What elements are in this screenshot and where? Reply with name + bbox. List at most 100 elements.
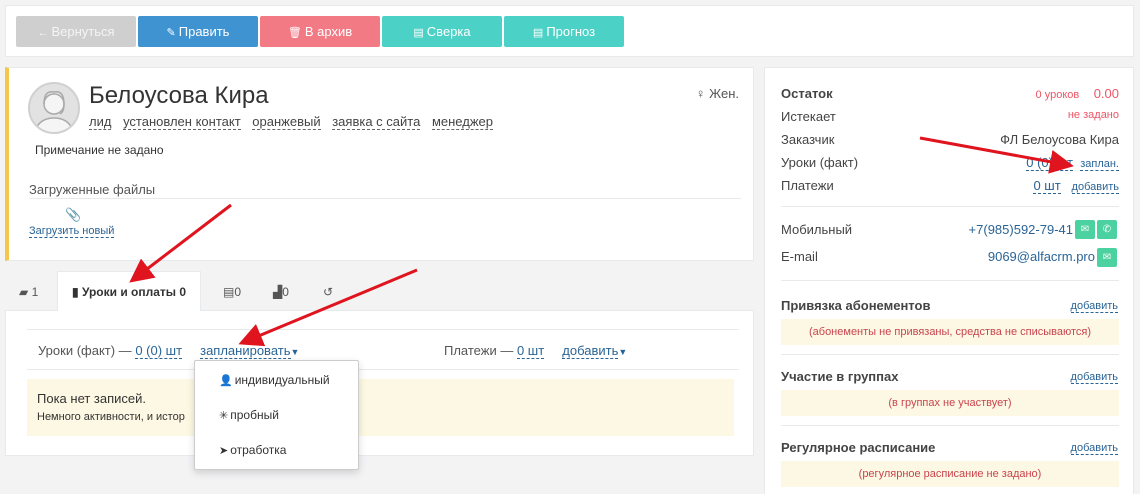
subscriptions-title: Привязка абонементов	[781, 298, 931, 313]
groups-title: Участие в группах	[781, 369, 899, 384]
divider	[27, 329, 739, 330]
payments-count-link[interactable]: 0 шт	[1033, 178, 1061, 194]
lessons-row: Уроки (факт) 0 (0) шт заплан.	[781, 155, 1119, 173]
sms-button[interactable]: ✉	[1075, 220, 1095, 239]
menu-item-trial[interactable]: ✳ пробный	[219, 408, 279, 422]
paper-plane-icon: ➤	[219, 445, 229, 457]
menu-item-makeup[interactable]: ➤ отработка	[219, 443, 286, 457]
plan-dropdown-menu: 👤 индивидуальный ✳ пробный ➤ отработка	[194, 360, 359, 470]
caret-down-icon: ▼	[290, 347, 300, 357]
gender-value: Жен.	[709, 86, 739, 101]
divider	[781, 354, 1119, 355]
file-icon: ▤	[413, 27, 424, 39]
empty-title: Пока нет записей.	[37, 391, 147, 406]
chart-icon: ▟	[273, 285, 283, 299]
mobile-row: Мобильный +7(985)592-79-41	[781, 222, 1119, 240]
lessons-count-link[interactable]: 0 (0) шт	[1026, 155, 1073, 171]
back-label: Вернуться	[51, 24, 115, 39]
reconcile-button[interactable]: ▤ Сверка	[382, 16, 502, 47]
divider	[781, 425, 1119, 426]
customer-label: Заказчик	[781, 132, 835, 147]
add-payment-link[interactable]: добавить	[1071, 181, 1119, 194]
payments-value: 0 шт добавить	[1033, 178, 1119, 194]
profile-card: Белоусова Кира ♀ Жен. лид установлен кон…	[5, 67, 754, 261]
client-name: Белоусова Кира	[89, 82, 269, 109]
tag-item[interactable]: установлен контакт	[123, 114, 241, 130]
tab-lessons[interactable]: ▮ Уроки и оплаты 0	[57, 271, 202, 312]
email-row: E-mail 9069@alfacrm.pro	[781, 249, 1119, 267]
trash-icon: 🗑	[287, 27, 302, 39]
file-icon: ▤	[532, 27, 544, 39]
female-icon: ♀	[695, 86, 706, 101]
add-group-link[interactable]: добавить	[1070, 371, 1118, 384]
divider	[29, 198, 741, 199]
lessons-count-link[interactable]: 0 (0) шт	[135, 343, 183, 359]
add-subscription-link[interactable]: добавить	[1070, 300, 1118, 313]
archive-label: В архив	[304, 24, 353, 39]
user-icon: 👤	[219, 375, 233, 387]
tag-item[interactable]: лид	[89, 114, 112, 130]
tag-item[interactable]: заявка с сайта	[332, 114, 421, 130]
groups-note: (в группах не участвует)	[781, 390, 1119, 416]
plan-link[interactable]: заплан.	[1080, 158, 1119, 171]
lessons-label: Уроки (факт) —	[38, 343, 132, 358]
menu-item-label: пробный	[230, 408, 279, 422]
plan-dropdown-toggle[interactable]: запланировать	[200, 343, 291, 359]
add-schedule-link[interactable]: добавить	[1070, 442, 1118, 455]
email-value[interactable]: 9069@alfacrm.pro	[988, 249, 1095, 264]
lessons-panel: Уроки (факт) — 0 (0) шт запланировать▼ П…	[5, 311, 754, 456]
balance-lessons: 0 уроков	[1035, 89, 1080, 101]
reconcile-label: Сверка	[426, 24, 471, 39]
clipboard-icon: ▤	[223, 285, 235, 299]
payments-count-link[interactable]: 0 шт	[516, 343, 545, 359]
balance-value: 0 уроков 0.00	[1036, 86, 1119, 101]
tag-item[interactable]: оранжевый	[252, 114, 321, 130]
customer-value: ФЛ Белоусова Кира	[1000, 132, 1119, 147]
payments-label: Платежи	[781, 178, 834, 193]
forecast-button[interactable]: ▤ Прогноз	[504, 16, 624, 47]
forecast-label: Прогноз	[546, 24, 596, 39]
tag-item[interactable]: менеджер	[431, 114, 493, 130]
tab-label: 0	[234, 285, 242, 299]
mobile-value[interactable]: +7(985)592-79-41	[969, 222, 1073, 237]
gender-label: ♀ Жен.	[696, 86, 739, 101]
menu-item-individual[interactable]: 👤 индивидуальный	[219, 373, 330, 387]
subscriptions-note: (абонементы не привязаны, средства не сп…	[781, 319, 1119, 345]
call-button[interactable]: ✆	[1097, 220, 1117, 239]
email-button[interactable]: ✉	[1097, 248, 1117, 267]
back-button[interactable]: ← Вернуться	[16, 16, 136, 47]
tab-bar: ▰ 1 ▮ Уроки и оплаты 0 ▤0 ▟0 ↺	[5, 270, 754, 312]
note-text: Примечание не задано	[35, 143, 164, 157]
tab-label: 0	[282, 285, 289, 299]
asterisk-icon: ✳	[219, 410, 229, 422]
menu-item-label: отработка	[230, 443, 287, 457]
schedule-title: Регулярное расписание	[781, 440, 936, 455]
files-title: Загруженные файлы	[29, 182, 156, 197]
edit-button[interactable]: ✎ Править	[138, 16, 258, 47]
avatar	[28, 82, 80, 134]
book-icon: ▮	[72, 285, 79, 299]
phone-icon: ✆	[1102, 224, 1112, 235]
add-payment-toggle[interactable]: добавить	[562, 343, 619, 359]
empty-state: Пока нет записей. Немного активности, и …	[27, 379, 734, 436]
tab-comments[interactable]: ▰ 1	[19, 278, 38, 311]
tab-tasks[interactable]: ▤0	[223, 278, 241, 311]
upload-link[interactable]: Загрузить новый	[29, 225, 115, 238]
lessons-summary: Уроки (факт) — 0 (0) шт запланировать▼	[38, 343, 300, 359]
lessons-value: 0 (0) шт заплан.	[1026, 155, 1119, 171]
tab-label: Уроки и оплаты 0	[81, 285, 187, 299]
envelope-icon: ✉	[1080, 224, 1090, 235]
client-summary-panel: Остаток 0 уроков 0.00 Истекает не задано…	[764, 67, 1134, 494]
divider	[27, 369, 739, 370]
payments-label: Платежи —	[444, 343, 514, 358]
tab-stats[interactable]: ▟0	[273, 278, 289, 311]
schedule-note: (регулярное расписание не задано)	[781, 461, 1119, 487]
archive-button[interactable]: 🗑 В архив	[260, 16, 380, 47]
toolbar: ← Вернуться ✎ Править 🗑 В архив ▤ Сверка ▤ Пр…	[5, 5, 1134, 57]
tab-label: 1	[31, 285, 39, 299]
expires-row: Истекает не задано	[781, 109, 1119, 127]
payments-row: Платежи 0 шт добавить	[781, 178, 1119, 196]
divider	[781, 280, 1119, 281]
balance-row: Остаток 0 уроков 0.00	[781, 86, 1119, 104]
tab-history[interactable]: ↺	[323, 278, 333, 311]
